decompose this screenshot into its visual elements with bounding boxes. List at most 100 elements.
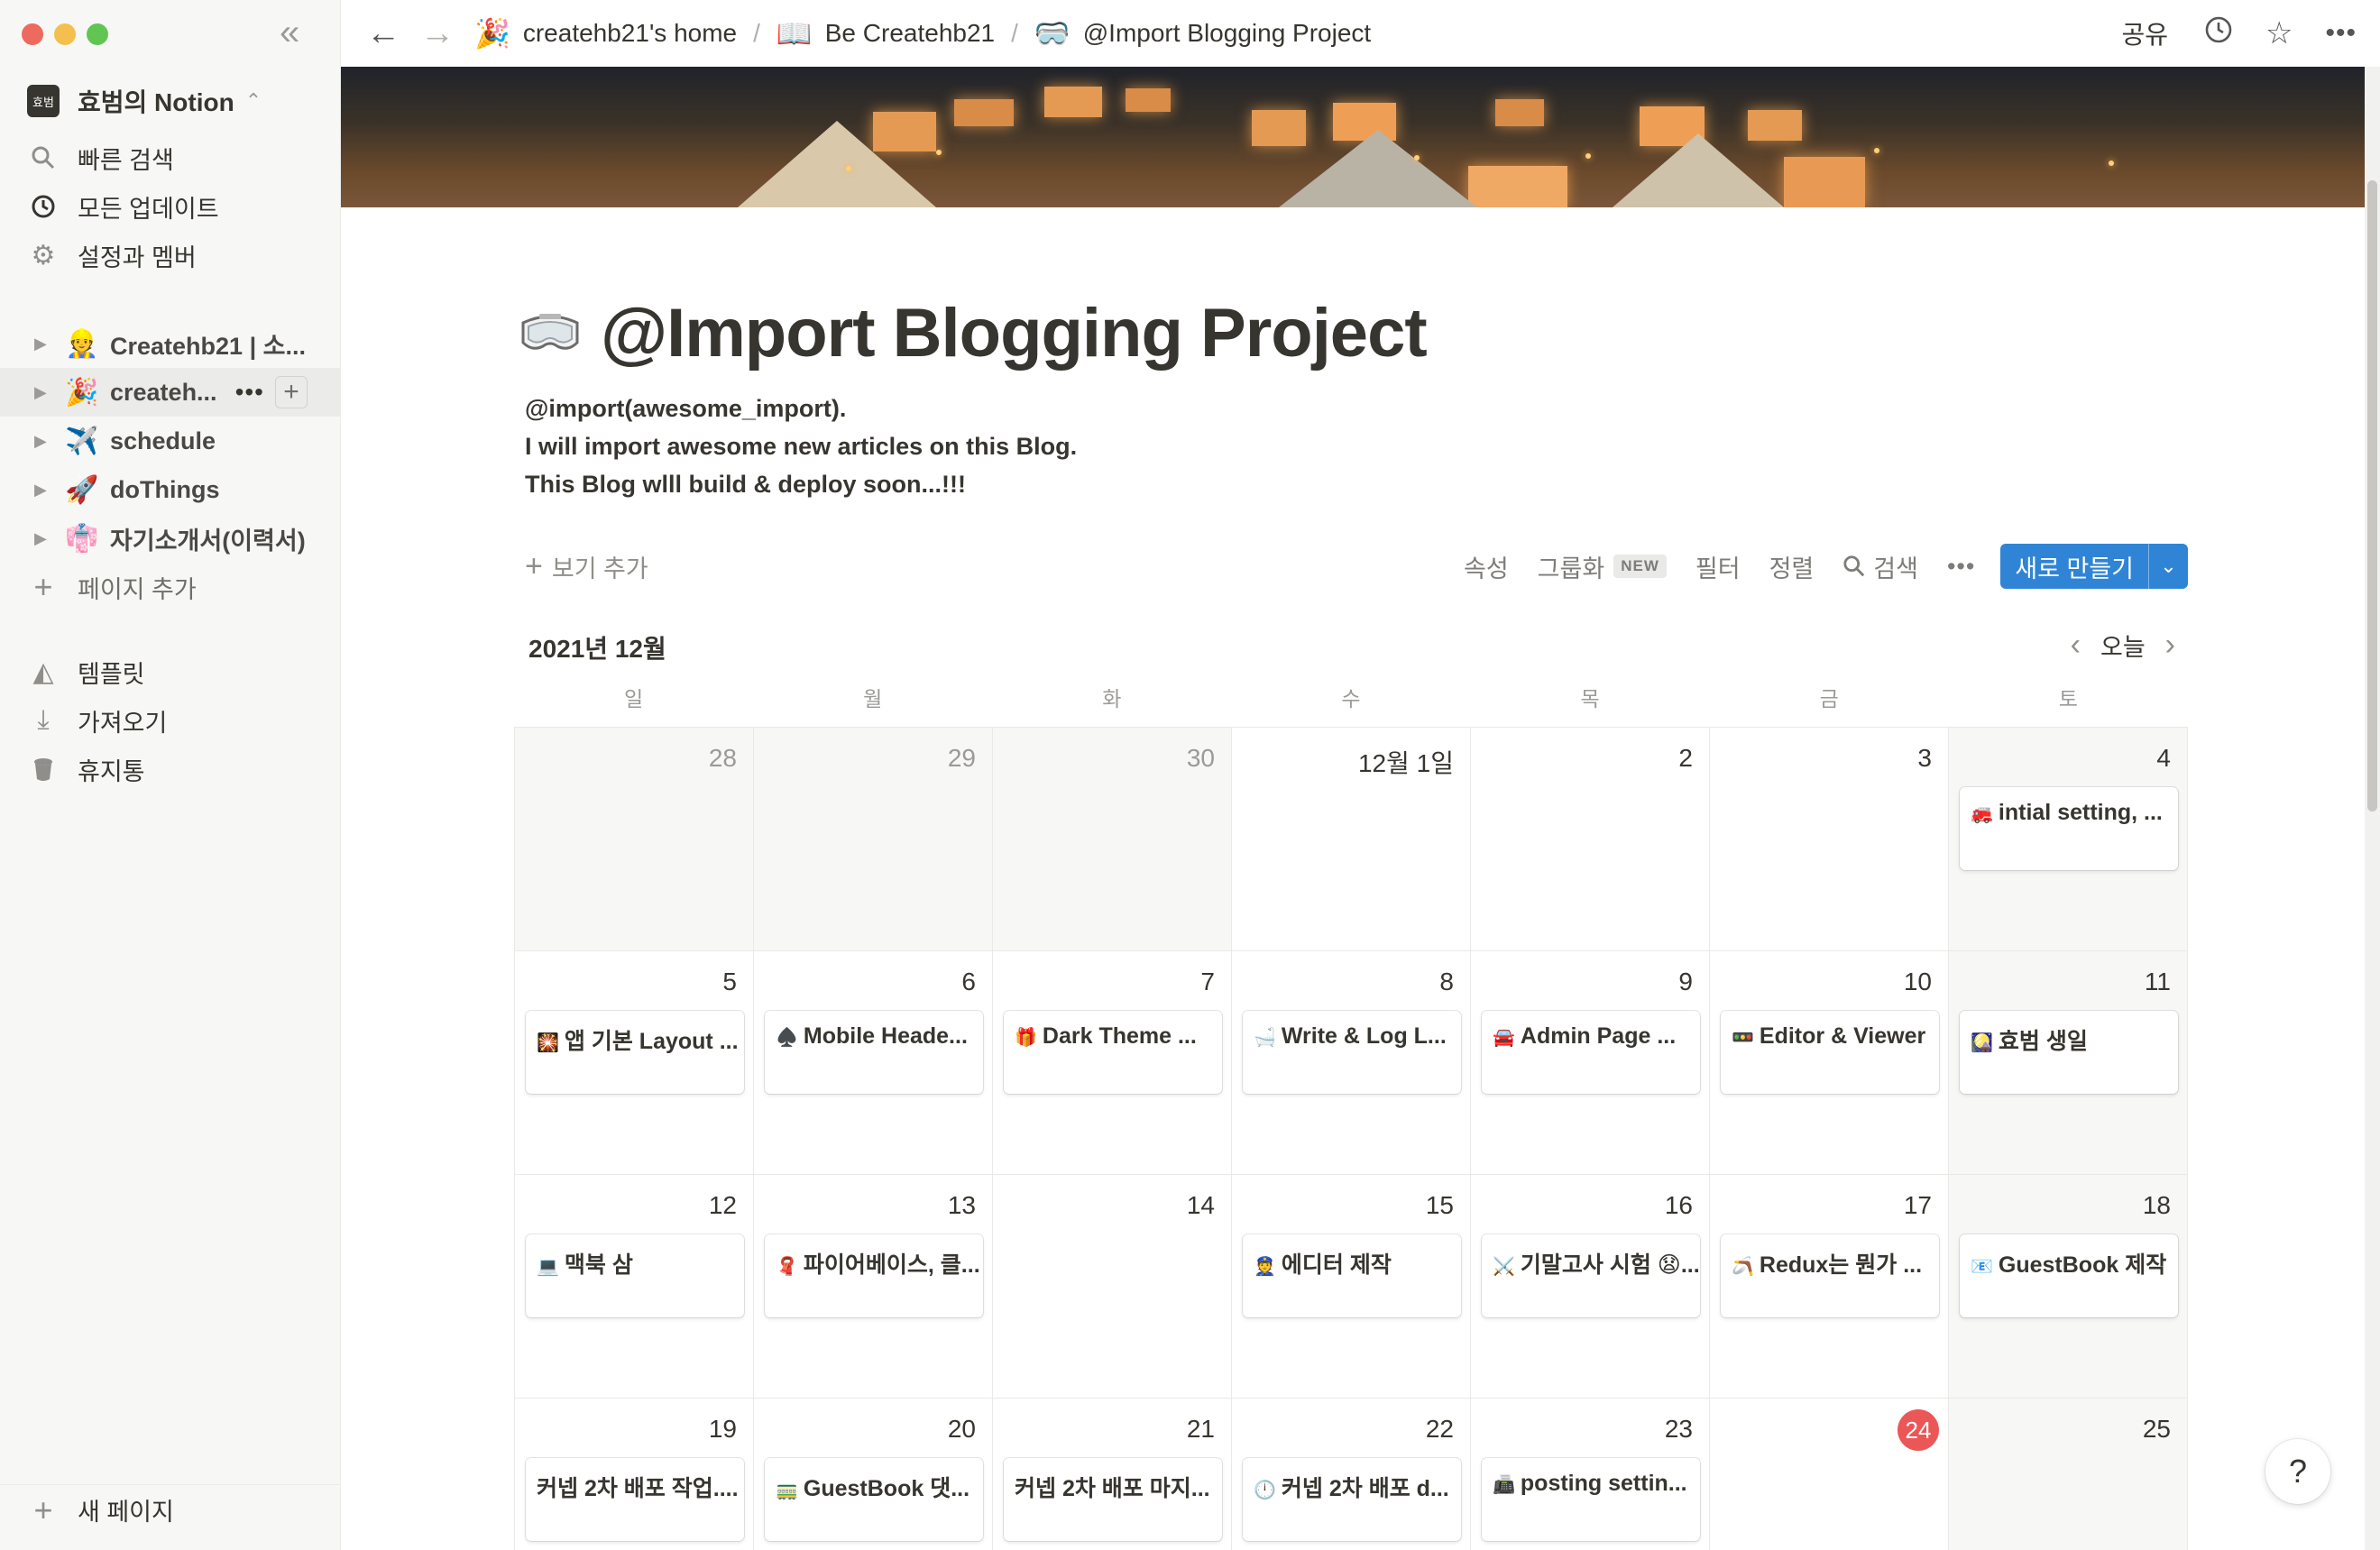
today-button[interactable]: 오늘 (2100, 628, 2146, 663)
sidebar-item-templates[interactable]: ◭ 템플릿 (0, 647, 341, 696)
calendar-event-card[interactable]: 📠 posting settin... (1482, 1458, 1700, 1541)
sidebar-page-dothings[interactable]: ▶ 🚀 doThings (0, 465, 341, 514)
page-title[interactable]: @Import Blogging Project (601, 294, 1428, 372)
properties-button[interactable]: 속성 (1464, 549, 1509, 584)
new-item-label[interactable]: 새로 만들기 (2000, 544, 2148, 589)
help-button[interactable]: ? (2265, 1439, 2330, 1504)
calendar-event-card[interactable]: 🚘 Admin Page ... (1482, 1011, 1700, 1094)
breadcrumb-be-createhb21[interactable]: 📖 Be Createhb21 (776, 16, 995, 50)
calendar-event-card[interactable]: 💻 맥북 삼 (526, 1234, 744, 1317)
calendar-day-cell[interactable]: 23 📠 posting settin... (1471, 1399, 1710, 1550)
search-button[interactable]: 검색 (1842, 549, 1918, 584)
expand-arrow-icon[interactable]: ▶ (34, 383, 51, 402)
new-page-button[interactable]: + 새 페이지 (0, 1484, 341, 1535)
calendar-day-cell[interactable]: 9 🚘 Admin Page ... (1471, 951, 1710, 1174)
share-button[interactable]: 공유 (2121, 15, 2168, 51)
sidebar-page-createhb21[interactable]: ▶ 👷 Createhb21 | 소... (0, 319, 341, 368)
close-window-button[interactable] (22, 23, 43, 45)
add-page-button[interactable]: + 페이지 추가 (0, 563, 341, 611)
sidebar-item-settings[interactable]: ⚙ 설정과 멤버 (0, 231, 341, 280)
more-options-icon[interactable]: ••• (235, 378, 264, 407)
event-title: intial setting, ... (1998, 800, 2163, 825)
calendar-day-cell[interactable]: 11 🎑 효범 생일 (1949, 951, 2188, 1174)
breadcrumb-current-page[interactable]: 🥽 @Import Blogging Project (1034, 16, 1371, 50)
calendar-event-card[interactable]: 🎁 Dark Theme ... (1004, 1011, 1222, 1094)
calendar-day-cell[interactable]: 12 💻 맥북 삼 (515, 1175, 754, 1398)
star-icon[interactable]: ☆ (2265, 15, 2293, 51)
page-description[interactable]: @import(awesome_import). I will import a… (525, 390, 1077, 503)
maximize-window-button[interactable] (87, 23, 108, 45)
forward-arrow-icon[interactable]: → (420, 14, 455, 53)
chevron-left-icon[interactable]: ‹ (2071, 628, 2081, 663)
sort-button[interactable]: 정렬 (1769, 549, 1815, 584)
calendar-day-cell[interactable]: 14 (993, 1175, 1232, 1398)
more-options-icon[interactable]: ••• (2325, 18, 2357, 49)
calendar-day-cell[interactable]: 29 (754, 728, 993, 950)
expand-arrow-icon[interactable]: ▶ (34, 335, 51, 353)
new-item-button[interactable]: 새로 만들기 ⌄ (2000, 544, 2188, 589)
calendar-event-card[interactable]: 🎇 앱 기본 Layout ... (526, 1011, 744, 1094)
breadcrumb-home[interactable]: 🎉 createhb21's home (474, 16, 737, 50)
more-options-icon[interactable]: ••• (1947, 553, 1975, 581)
sidebar-page-schedule[interactable]: ▶ ✈️ schedule (0, 417, 341, 465)
goggles-icon[interactable] (518, 307, 583, 361)
calendar-event-card[interactable]: 📧 GuestBook 제작 (1960, 1234, 2178, 1317)
calendar-day-cell[interactable]: 13 🧣 파이어베이스, 클... (754, 1175, 993, 1398)
calendar-event-card[interactable]: 🪃 Redux는 뭔가 ... (1721, 1234, 1939, 1317)
sidebar-item-quick-search[interactable]: 빠른 검색 (0, 133, 341, 182)
expand-arrow-icon[interactable]: ▶ (34, 529, 51, 548)
calendar-event-card[interactable]: 커넵 2차 배포 작업.... (526, 1458, 744, 1541)
expand-arrow-icon[interactable]: ▶ (34, 432, 51, 451)
calendar-day-cell[interactable]: 6 ♠️ Mobile Heade... (754, 951, 993, 1174)
group-button[interactable]: 그룹화 NEW (1538, 549, 1667, 584)
history-icon[interactable] (2204, 15, 2233, 52)
calendar-event-card[interactable]: ♠️ Mobile Heade... (765, 1011, 983, 1094)
calendar-day-cell[interactable]: 28 (515, 728, 754, 950)
calendar-day-cell[interactable]: 24 (1710, 1399, 1949, 1550)
minimize-window-button[interactable] (54, 23, 76, 45)
calendar-day-cell[interactable]: 21 커넵 2차 배포 마지... (993, 1399, 1232, 1550)
chevron-down-icon[interactable]: ⌄ (2148, 544, 2188, 589)
calendar-event-card[interactable]: 🚥 Editor & Viewer (1721, 1011, 1939, 1094)
calendar-day-cell[interactable]: 3 (1710, 728, 1949, 950)
calendar-day-cell[interactable]: 16 ⚔️ 기말고사 시험 😧... (1471, 1175, 1710, 1398)
calendar-event-card[interactable]: 👮 에디터 제작 (1243, 1234, 1461, 1317)
calendar-day-cell[interactable]: 15 👮 에디터 제작 (1232, 1175, 1471, 1398)
back-arrow-icon[interactable]: ← (366, 14, 400, 53)
calendar-day-cell[interactable]: 30 (993, 728, 1232, 950)
calendar-event-card[interactable]: ⚔️ 기말고사 시험 😧... (1482, 1234, 1700, 1317)
calendar-day-cell[interactable]: 22 🕛 커넵 2차 배포 d... (1232, 1399, 1471, 1550)
calendar-day-cell[interactable]: 2 (1471, 728, 1710, 950)
calendar-day-cell[interactable]: 5 🎇 앱 기본 Layout ... (515, 951, 754, 1174)
add-view-button[interactable]: + 보기 추가 (525, 549, 648, 584)
calendar-event-card[interactable]: 🚃 GuestBook 댓... (765, 1458, 983, 1541)
sidebar-item-import[interactable]: ⤓ 가져오기 (0, 696, 341, 745)
chevron-right-icon[interactable]: › (2165, 628, 2175, 663)
calendar-day-cell[interactable]: 18 📧 GuestBook 제작 (1949, 1175, 2188, 1398)
calendar-day-cell[interactable]: 17 🪃 Redux는 뭔가 ... (1710, 1175, 1949, 1398)
expand-arrow-icon[interactable]: ▶ (34, 481, 51, 500)
sidebar-item-trash[interactable]: 휴지통 (0, 745, 341, 793)
calendar-event-card[interactable]: 🎑 효범 생일 (1960, 1011, 2178, 1094)
filter-button[interactable]: 필터 (1695, 549, 1741, 584)
sidebar-item-all-updates[interactable]: 모든 업데이트 (0, 182, 341, 231)
calendar-day-cell[interactable]: 20 🚃 GuestBook 댓... (754, 1399, 993, 1550)
calendar-event-card[interactable]: 커넵 2차 배포 마지... (1004, 1458, 1222, 1541)
calendar-day-cell[interactable]: 25 (1949, 1399, 2188, 1550)
add-subpage-button[interactable]: + (274, 376, 308, 408)
collapse-sidebar-icon[interactable]: « (280, 14, 299, 50)
scrollbar-thumb[interactable] (2367, 180, 2377, 812)
calendar-day-cell[interactable]: 19 커넵 2차 배포 작업.... (515, 1399, 754, 1550)
calendar-event-card[interactable]: 🕛 커넵 2차 배포 d... (1243, 1458, 1461, 1541)
calendar-day-cell[interactable]: 12월 1일 (1232, 728, 1471, 950)
calendar-day-cell[interactable]: 10 🚥 Editor & Viewer (1710, 951, 1949, 1174)
calendar-event-card[interactable]: 🧣 파이어베이스, 클... (765, 1234, 983, 1317)
sidebar-page-createhb21-home[interactable]: ▶ 🎉 createh... ••• + (0, 368, 341, 417)
workspace-switcher[interactable]: 효범 효범의 Notion ⌃ (27, 81, 262, 121)
calendar-event-card[interactable]: 🛁 Write & Log L... (1243, 1011, 1461, 1094)
calendar-day-cell[interactable]: 7 🎁 Dark Theme ... (993, 951, 1232, 1174)
calendar-event-card[interactable]: 🚒 intial setting, ... (1960, 787, 2178, 870)
sidebar-page-resume[interactable]: ▶ 👘 자기소개서(이력서) (0, 514, 341, 563)
calendar-day-cell[interactable]: 4 🚒 intial setting, ... (1949, 728, 2188, 950)
calendar-day-cell[interactable]: 8 🛁 Write & Log L... (1232, 951, 1471, 1174)
